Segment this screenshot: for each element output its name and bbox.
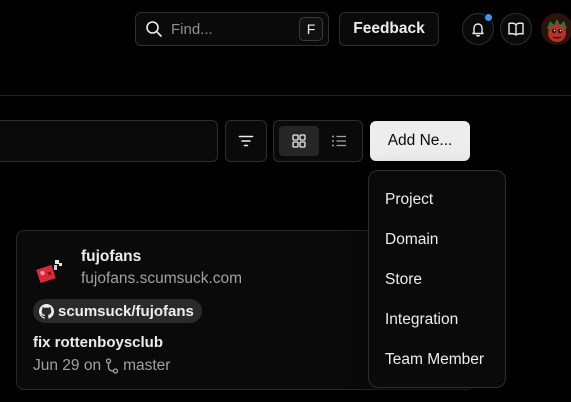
menu-item-team-member[interactable]: Team Member <box>369 340 505 380</box>
grid-icon <box>292 134 306 148</box>
view-mode-toggle <box>273 120 363 162</box>
filter-icon <box>238 135 254 147</box>
grid-view-button[interactable] <box>279 126 319 156</box>
commit-message: fix rottenboysclub <box>33 334 164 351</box>
dashboard-page: Find... F Feedback Add Ne... fujofans fu… <box>0 0 571 402</box>
avatar-image-icon <box>541 13 571 45</box>
list-icon <box>332 135 346 147</box>
menu-item-project[interactable]: Project <box>369 180 505 220</box>
menu-item-store[interactable]: Store <box>369 260 505 300</box>
list-view-button[interactable] <box>319 126 359 156</box>
project-domain[interactable]: fujofans.scumsuck.com <box>81 270 242 288</box>
repo-badge[interactable]: scumsuck/fujofans <box>33 299 202 323</box>
search-shortcut-key: F <box>299 17 323 41</box>
commit-date: Jun 29 on <box>33 357 102 374</box>
docs-button[interactable] <box>500 13 532 45</box>
notifications-button[interactable] <box>462 13 494 45</box>
menu-item-domain[interactable]: Domain <box>369 220 505 260</box>
project-favicon-icon <box>36 260 62 284</box>
commit-meta: Jun 29 on master <box>33 357 170 375</box>
user-avatar[interactable] <box>541 13 571 45</box>
top-bar: Find... F Feedback <box>0 0 571 96</box>
menu-item-integration[interactable]: Integration <box>369 300 505 340</box>
project-search-input[interactable] <box>0 120 218 162</box>
add-new-dropdown-menu: Project Domain Store Integration Team Me… <box>368 170 506 388</box>
filter-button[interactable] <box>225 120 267 162</box>
add-new-button[interactable]: Add Ne... <box>370 121 470 161</box>
repo-name: scumsuck/fujofans <box>58 302 194 320</box>
search-icon <box>146 21 162 37</box>
branch-name: master <box>123 357 171 374</box>
feedback-button[interactable]: Feedback <box>339 12 439 46</box>
search-input[interactable]: Find... F <box>135 12 329 46</box>
github-icon <box>39 303 54 319</box>
notification-badge <box>484 13 493 22</box>
search-placeholder: Find... <box>171 20 213 38</box>
bell-icon <box>472 23 484 37</box>
git-branch-icon <box>105 358 119 374</box>
project-name[interactable]: fujofans <box>81 248 141 266</box>
book-icon <box>508 22 524 36</box>
